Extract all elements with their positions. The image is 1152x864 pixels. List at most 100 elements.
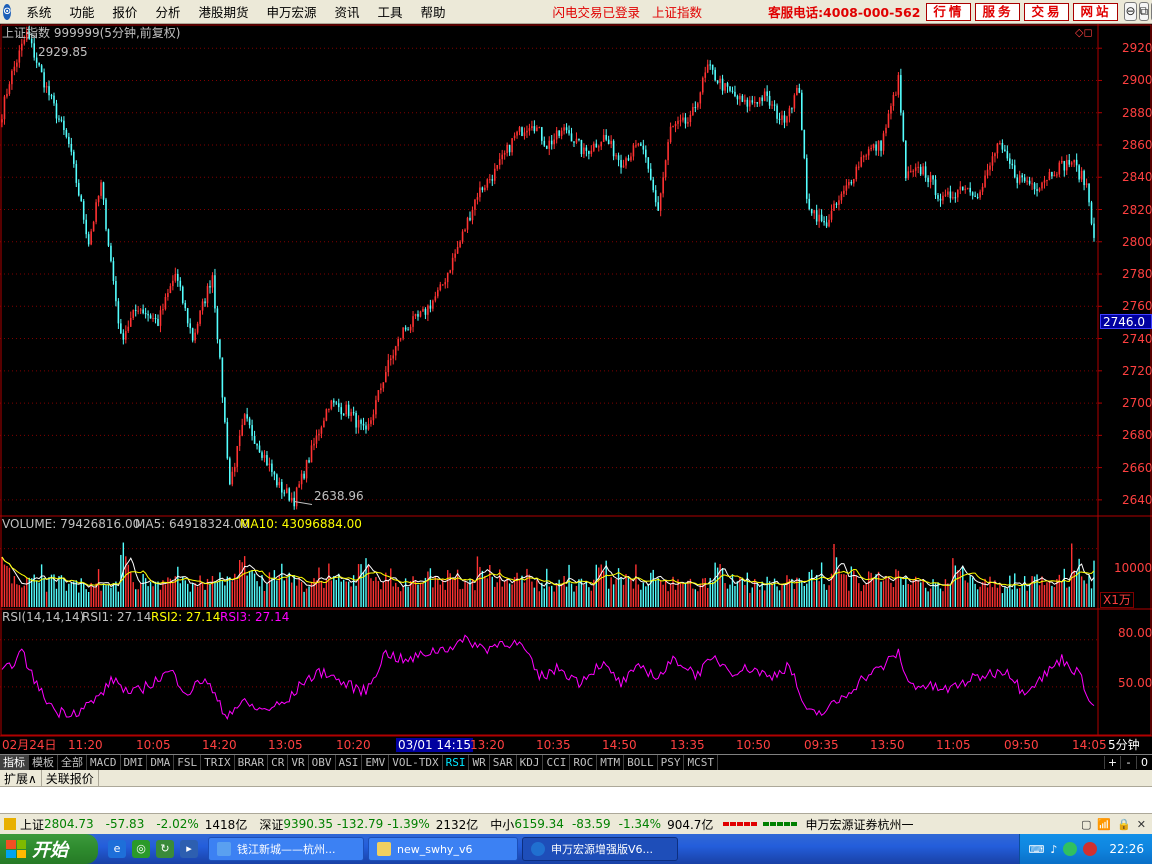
rsi-params: RSI(14,14,14) (2, 610, 85, 624)
indicator-tab-cr[interactable]: CR (268, 755, 289, 770)
sz-index-name[interactable]: 深证 (259, 816, 283, 833)
ticker-icon[interactable] (4, 818, 16, 830)
indicator-tab-0[interactable]: 指标 (0, 755, 29, 770)
price-tick-label: 2740 (1122, 331, 1152, 346)
volume-icon[interactable]: ♪ (1050, 843, 1057, 856)
price-tick-label: 2640 (1122, 492, 1152, 507)
rsi1-value: RSI1: 27.14 (82, 610, 152, 624)
clock: 22:26 (1109, 842, 1144, 856)
indicator-tab-emv[interactable]: EMV (362, 755, 390, 770)
nav-website-button[interactable]: 网站 (1073, 2, 1119, 21)
menu-system[interactable]: 系统 (17, 2, 60, 21)
zx-index-name[interactable]: 中小 (490, 816, 514, 833)
signal-icon[interactable]: 📶 (1097, 818, 1111, 831)
indicator-tab-roc[interactable]: ROC (570, 755, 598, 770)
indicator-tab-macd[interactable]: MACD (87, 755, 121, 770)
security-icon[interactable] (1083, 842, 1098, 856)
broker-name: 申万宏源证券杭州一 (805, 817, 914, 832)
indicator-tab-sar[interactable]: SAR (490, 755, 517, 770)
menu-tools[interactable]: 工具 (369, 2, 412, 21)
indicator-tab-rsi[interactable]: RSI (443, 755, 470, 770)
task-folder[interactable]: new_swhy_v6 (368, 837, 518, 861)
indicator-tab-dmi[interactable]: DMI (121, 755, 148, 770)
nav-service-button[interactable]: 服务 (975, 2, 1021, 21)
refresh-icon[interactable]: ↻ (156, 840, 174, 858)
time-tick-label: 10:35 (536, 738, 571, 752)
menu-function[interactable]: 功能 (60, 2, 103, 21)
network-icon[interactable] (1063, 842, 1078, 856)
indicator-tab-vol-tdx[interactable]: VOL-TDX (389, 755, 443, 770)
menu-bar: ⊙ 系统 功能 报价 分析 港股期货 申万宏源 资讯 工具 帮助 闪电交易已登录… (0, 0, 1152, 24)
tab-related-quotes[interactable]: 关联报价 (42, 769, 99, 787)
menu-hk-futures[interactable]: 港股期货 (189, 2, 257, 21)
minimize-icon[interactable]: ⊖ (1124, 2, 1137, 21)
price-tick-label: 2820 (1122, 202, 1152, 217)
window-icon[interactable]: ▢ (1081, 818, 1091, 831)
ie-icon[interactable]: e (108, 840, 126, 858)
chart-canvas[interactable] (0, 24, 1152, 754)
menu-help[interactable]: 帮助 (412, 2, 455, 21)
nav-trade-button[interactable]: 交易 (1024, 2, 1070, 21)
k-line-chart[interactable]: 上证指数 999999(5分钟,前复权) 2929.85 2638.96 ◇◻ … (0, 24, 1152, 754)
chart-title: 上证指数 999999(5分钟,前复权) (2, 26, 181, 40)
price-tick-label: 2660 (1122, 460, 1152, 475)
chart-frame (0, 24, 1152, 736)
restore-icon[interactable]: ⧉ (1138, 2, 1150, 21)
period-label[interactable]: 5分钟 (1108, 738, 1140, 752)
time-tick-label: 13:50 (870, 738, 905, 752)
indicator-tab-1[interactable]: 模板 (29, 755, 58, 770)
indicator-tab-boll[interactable]: BOLL (624, 755, 658, 770)
indicator-tab-psy[interactable]: PSY (658, 755, 685, 770)
tab-plus-button[interactable]: + (1104, 756, 1120, 769)
media-icon[interactable]: ▸ (180, 840, 198, 858)
current-index-label: 上证指数 (652, 5, 703, 20)
indicator-tab-obv[interactable]: OBV (309, 755, 336, 770)
indicator-tab-vr[interactable]: VR (288, 755, 309, 770)
sh-index-price: 2804.73 (44, 817, 94, 831)
task-app-label: 申万宏源增强版V6... (551, 843, 654, 856)
volume-ma10: MA10: 43096884.00 (240, 517, 362, 531)
menu-analysis[interactable]: 分析 (146, 2, 189, 21)
sh-index-pct: -2.02% (156, 817, 199, 831)
rsi-tick-50: 50.00 (1118, 676, 1152, 690)
indicator-tab-cci[interactable]: CCI (543, 755, 571, 770)
service-phone: 客服电话:4008-000-562 (768, 5, 921, 20)
volume-unit: X1万 (1100, 592, 1134, 608)
indicator-tab-trix[interactable]: TRIX (201, 755, 235, 770)
indicator-tab-dma[interactable]: DMA (147, 755, 175, 770)
menu-info[interactable]: 资讯 (325, 2, 368, 21)
start-button[interactable]: 开始 (0, 834, 98, 864)
price-tick-label: 2800 (1122, 234, 1152, 249)
tab-extend[interactable]: 扩展∧ (0, 769, 42, 787)
tab-minus-button[interactable]: - (1120, 756, 1136, 769)
time-tick-label: 14:05 (1072, 738, 1107, 752)
menu-swhy[interactable]: 申万宏源 (257, 2, 325, 21)
zx-index-pct: -1.34% (618, 817, 662, 831)
lock-icon[interactable]: 🔒 (1117, 818, 1131, 831)
sh-index-name[interactable]: 上证 (20, 816, 44, 833)
tab-zero-button[interactable]: 0 (1136, 756, 1152, 769)
sz-index-amount: 2132亿 (435, 817, 479, 832)
indicator-tab-brar[interactable]: BRAR (235, 755, 269, 770)
indicator-tab-fsl[interactable]: FSL (174, 755, 202, 770)
app-logo-icon[interactable]: ⊙ (3, 3, 12, 20)
task-app[interactable]: 申万宏源增强版V6... (522, 837, 678, 861)
indicator-tab-mcst[interactable]: MCST (684, 755, 718, 770)
task-browser[interactable]: 钱江新城——杭州... (208, 837, 364, 861)
language-icon[interactable]: ⌨ (1028, 843, 1044, 856)
time-tick-label: 11:20 (68, 738, 103, 752)
browser-icon[interactable]: ◎ (132, 840, 150, 858)
index-ticker-bar: 上证 2804.73 -57.83 -2.02% 1418亿 深证 9390.3… (0, 813, 1152, 834)
indicator-tab-asi[interactable]: ASI (336, 755, 363, 770)
chart-options-icon[interactable]: ◇◻ (1075, 26, 1093, 40)
nav-quote-button[interactable]: 行情 (926, 2, 972, 21)
close-ticker-icon[interactable]: ✕ (1137, 818, 1146, 831)
menu-quote[interactable]: 报价 (103, 2, 146, 21)
indicator-tab-kdj[interactable]: KDJ (517, 755, 544, 770)
indicator-tab-wr[interactable]: WR (469, 755, 490, 770)
price-tick-label: 2680 (1122, 428, 1152, 443)
indicator-tab-mtm[interactable]: MTM (597, 755, 625, 770)
time-tick-label: 09:35 (804, 738, 839, 752)
indicator-tab-2[interactable]: 全部 (58, 755, 87, 770)
rsi-tick-80: 80.00 (1118, 626, 1152, 640)
